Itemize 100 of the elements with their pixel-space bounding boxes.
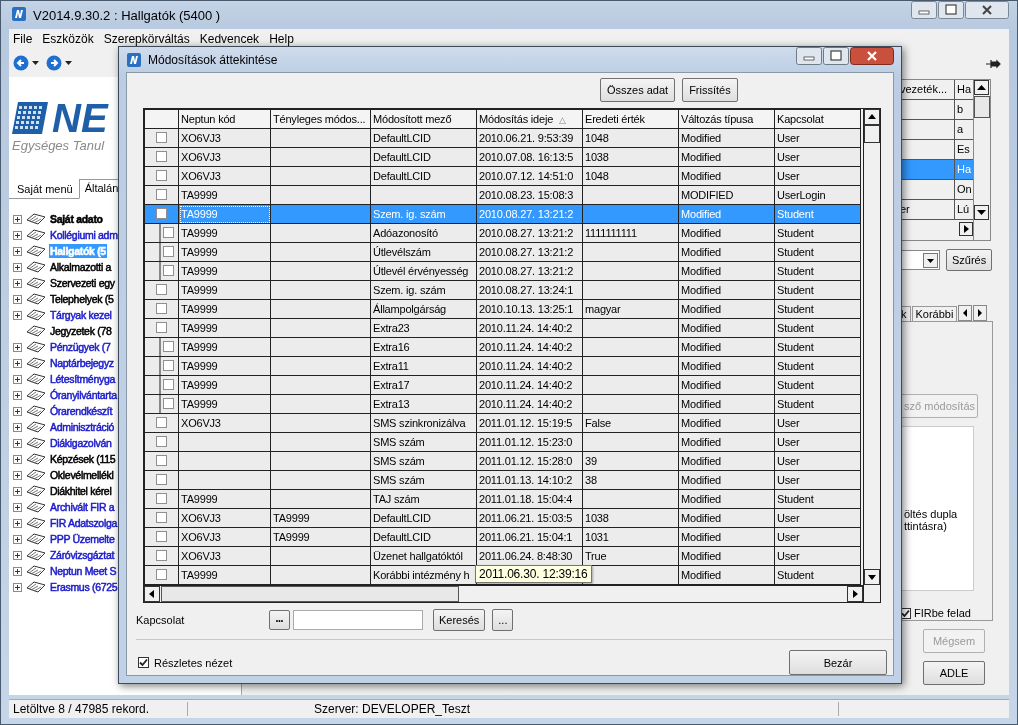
checkbox[interactable]: [156, 568, 167, 580]
checkbox[interactable]: [156, 549, 167, 561]
more-button[interactable]: ...: [492, 609, 514, 631]
minimize-icon[interactable]: [911, 1, 937, 19]
filter-button[interactable]: Szűrés: [946, 249, 993, 271]
tree-item[interactable]: Saját adato: [49, 212, 104, 226]
expand-icon[interactable]: [13, 262, 22, 272]
checkbox[interactable]: [156, 207, 167, 219]
caret-icon[interactable]: [65, 61, 72, 65]
menu-item[interactable]: Szerepkörváltás: [103, 32, 190, 46]
expand-icon[interactable]: [13, 278, 22, 288]
table-row[interactable]: TA9999 Extra17 2010.11.24. 14:40:2 Modified Student: [144, 375, 861, 395]
checkbox[interactable]: [156, 283, 167, 295]
table-row[interactable]: XO6VJ3 TA9999 DefaultLCID 2011.06.21. 15:04:1 1031 Modified User: [144, 527, 861, 547]
close-button[interactable]: Bezár: [789, 650, 887, 675]
column-header[interactable]: Módosítás ideje: [479, 113, 554, 125]
checkbox[interactable]: [156, 131, 167, 143]
table-row[interactable]: TA9999 Extra11 2010.11.24. 14:40:2 Modified Student: [144, 356, 861, 376]
menu-item[interactable]: Eszközök: [42, 32, 94, 46]
checkbox[interactable]: [156, 492, 167, 504]
table-row[interactable]: TA9999 Állampolgárság 2010.10.13. 13:25:1 magyar Modified Student: [144, 299, 861, 319]
search-button[interactable]: Keresés: [433, 609, 486, 631]
tab[interactable]: Saját menü: [11, 180, 79, 198]
all-data-button[interactable]: Összes adat: [600, 78, 676, 102]
tree-item[interactable]: Képzések (115: [49, 452, 117, 466]
expand-icon[interactable]: [13, 214, 22, 224]
expand-icon[interactable]: [13, 486, 22, 496]
table-row[interactable]: XO6VJ3 DefaultLCID 2010.07.12. 14:51:0 1048 Modified User: [144, 166, 861, 186]
checkbox[interactable]: [156, 188, 167, 200]
tree-item[interactable]: Alkalmazotti a: [49, 260, 113, 274]
tree-item[interactable]: Pénzügyek (7: [49, 340, 112, 354]
scrollbar-thumb[interactable]: [864, 125, 880, 143]
back-icon[interactable]: [13, 55, 29, 71]
checkbox[interactable]: [163, 378, 174, 390]
table-row[interactable]: XO6VJ3 TA9999 DefaultLCID 2011.06.21. 15:03:5 1038 Modified User: [144, 508, 861, 528]
tree-item[interactable]: Órarendkészít: [49, 404, 114, 418]
table-row[interactable]: SMS szám 2011.01.13. 14:10:2 38 Modified User: [144, 470, 861, 490]
expand-icon[interactable]: [13, 518, 22, 528]
tree-item[interactable]: Kollégiumi adm: [49, 228, 119, 242]
checkbox[interactable]: [156, 302, 167, 314]
checkbox[interactable]: [156, 473, 167, 485]
minimize-icon[interactable]: [796, 47, 822, 65]
refresh-button[interactable]: Frissítés: [682, 78, 738, 102]
tree-item[interactable]: Oklevélmellékl: [49, 468, 115, 482]
tree-item[interactable]: Szervezeti egy: [49, 276, 116, 290]
tree-item[interactable]: Jegyzetek (78: [49, 324, 113, 338]
tree-item[interactable]: Létesítményga: [49, 372, 116, 386]
table-row[interactable]: SMS szám 2011.01.12. 15:28:0 39 Modified User: [144, 451, 861, 471]
checkbox[interactable]: [163, 397, 174, 409]
tree-item[interactable]: Tárgyak kezel: [49, 308, 113, 322]
tree-item[interactable]: FIR Adatszolga: [49, 516, 118, 530]
dropdown-icon[interactable]: [923, 252, 938, 268]
table-row[interactable]: TA9999 Extra13 2010.11.24. 14:40:2 Modified Student: [144, 394, 861, 414]
tree-item[interactable]: Diákigazolván: [49, 436, 113, 450]
expand-icon[interactable]: [13, 294, 22, 304]
table-row[interactable]: TA9999 Extra23 2010.11.24. 14:40:2 Modified Student: [144, 318, 861, 338]
expand-icon[interactable]: [13, 566, 22, 576]
tree-item[interactable]: Neptun Meet S: [49, 564, 118, 578]
checkbox[interactable]: [138, 657, 149, 668]
checkbox[interactable]: [163, 340, 174, 352]
scroll-right-icon[interactable]: [973, 305, 988, 321]
expand-icon[interactable]: [13, 550, 22, 560]
checkbox[interactable]: [156, 321, 167, 333]
menu-item[interactable]: Help: [269, 32, 294, 46]
tree-item[interactable]: PPP Üzemelte: [49, 532, 116, 546]
expand-icon[interactable]: [13, 358, 22, 368]
checkbox[interactable]: [156, 511, 167, 523]
checkbox[interactable]: [156, 150, 167, 162]
expand-icon[interactable]: [13, 230, 22, 240]
scrollbar-thumb[interactable]: [161, 586, 459, 602]
expand-icon[interactable]: [13, 406, 22, 416]
checkbox[interactable]: [163, 359, 174, 371]
tree-item[interactable]: Telephelyek (5: [49, 292, 115, 306]
tree-item[interactable]: Naptárbejegyz: [49, 356, 115, 370]
table-row[interactable]: TA9999 Korábbi intézmény h 2011.06.30. 12:39:16 Modified Student: [144, 565, 861, 585]
scroll-down-icon[interactable]: [974, 205, 989, 220]
maximize-icon[interactable]: [938, 1, 964, 19]
scroll-right-icon[interactable]: [959, 222, 973, 236]
pin-icon[interactable]: [985, 59, 1001, 69]
table-row[interactable]: TA9999 Útlevélszám 2010.08.27. 13:21:2 Modified Student: [144, 242, 861, 262]
expand-icon[interactable]: [13, 422, 22, 432]
column-header[interactable]: Ha: [955, 80, 973, 99]
expand-icon[interactable]: [13, 534, 22, 544]
tree-item[interactable]: Diákhitel kérel: [49, 484, 113, 498]
tree-item[interactable]: Adminisztráció: [49, 420, 116, 434]
scroll-up-icon[interactable]: [974, 80, 989, 95]
table-row[interactable]: TA9999 2010.08.23. 15:08:3 MODIFIED UserLogin: [144, 185, 861, 205]
scrollbar-thumb[interactable]: [974, 96, 990, 118]
tree-item[interactable]: Archivált FIR a: [49, 500, 116, 514]
table-row[interactable]: XO6VJ3 DefaultLCID 2010.07.08. 16:13:5 1038 Modified User: [144, 147, 861, 167]
checkbox[interactable]: [156, 169, 167, 181]
expand-icon[interactable]: [13, 246, 22, 256]
checkbox[interactable]: [163, 264, 174, 276]
adle-button[interactable]: ADLE: [923, 661, 985, 685]
checkbox[interactable]: [156, 530, 167, 542]
table-row[interactable]: XO6VJ3 SMS szinkronizálva 2011.01.12. 15:19:5 False Modified User: [144, 413, 861, 433]
checkbox[interactable]: [156, 435, 167, 447]
maximize-icon[interactable]: [823, 47, 849, 65]
scroll-up-icon[interactable]: [864, 109, 880, 125]
caret-icon[interactable]: [32, 61, 39, 65]
